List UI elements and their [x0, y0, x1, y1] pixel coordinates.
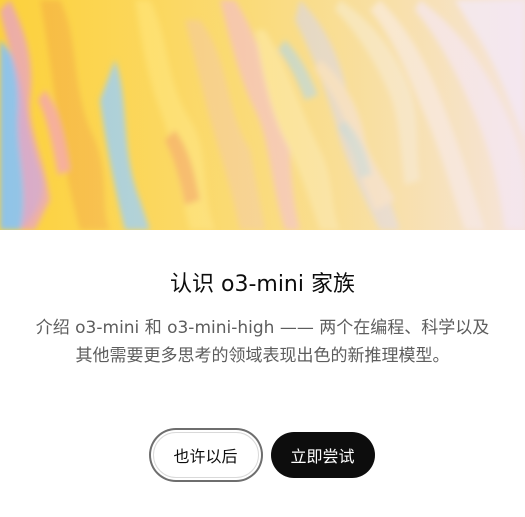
announcement-dialog: 认识 o3-mini 家族 介绍 o3-mini 和 o3-mini-high … — [0, 0, 525, 517]
dialog-title: 认识 o3-mini 家族 — [170, 272, 355, 297]
maybe-later-button[interactable]: 也许以后 — [152, 432, 259, 478]
abstract-paint-artwork — [0, 0, 525, 230]
dialog-description: 介绍 o3-mini 和 o3-mini-high —— 两个在编程、科学以及其… — [35, 318, 490, 366]
try-now-button[interactable]: 立即尝试 — [270, 432, 375, 478]
dialog-actions: 也许以后 立即尝试 — [0, 432, 525, 478]
hero-image — [0, 0, 525, 230]
